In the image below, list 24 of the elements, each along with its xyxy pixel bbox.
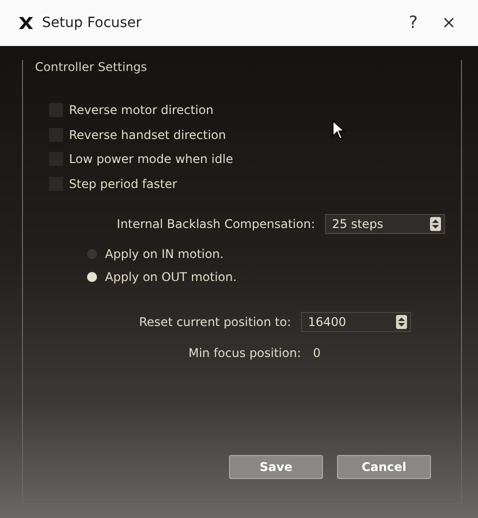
checkbox-label: Reverse handset direction bbox=[69, 128, 226, 142]
field-label: Min focus position: bbox=[188, 346, 301, 360]
field-label: Reset current position to: bbox=[139, 315, 291, 329]
logo-icon bbox=[18, 16, 34, 30]
group-title: Controller Settings bbox=[35, 60, 148, 74]
radio-button[interactable] bbox=[87, 272, 97, 282]
radio-button[interactable] bbox=[87, 248, 97, 258]
cursor-icon bbox=[332, 120, 346, 140]
save-button[interactable]: Save bbox=[229, 455, 323, 479]
close-button[interactable]: × bbox=[434, 13, 464, 33]
backlash-spinbox[interactable]: 25 steps bbox=[325, 214, 445, 234]
help-button[interactable]: ? bbox=[400, 13, 426, 33]
checkbox-label: Reverse motor direction bbox=[69, 103, 214, 118]
radio-label: Apply on OUT motion. bbox=[105, 270, 237, 284]
field-value: 0 bbox=[313, 346, 322, 360]
checkbox-label: Step period faster bbox=[69, 176, 178, 191]
field-label: Internal Backlash Compensation: bbox=[116, 217, 315, 231]
checkbox-label: Low power mode when idle bbox=[69, 152, 234, 166]
cancel-button[interactable]: Cancel bbox=[337, 455, 431, 479]
position-spinbox[interactable]: 16400 bbox=[301, 312, 411, 332]
radio-label: Apply on IN motion. bbox=[105, 246, 224, 260]
window-title: Setup Focuser bbox=[42, 15, 143, 31]
spin-arrows-icon[interactable] bbox=[430, 217, 441, 231]
spin-arrows-icon[interactable] bbox=[396, 315, 407, 329]
